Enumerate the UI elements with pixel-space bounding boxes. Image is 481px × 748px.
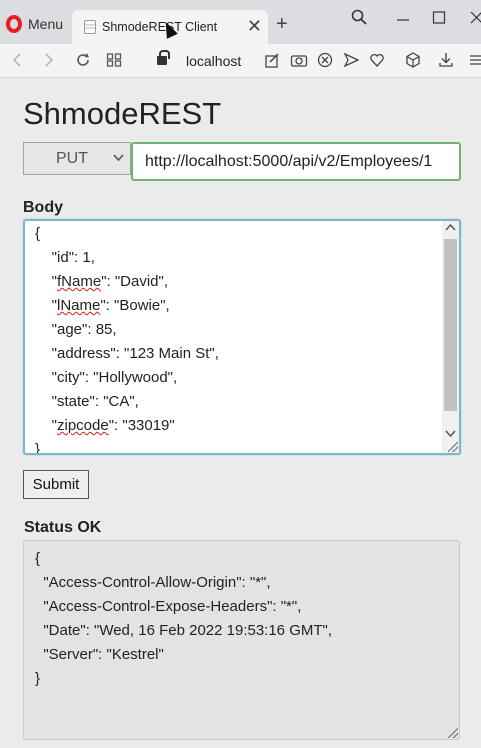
new-tab-button[interactable]: + [276, 13, 288, 36]
page-favicon-icon [84, 20, 96, 34]
tabs-grid-icon[interactable] [106, 50, 122, 75]
page-title: ShmodeREST [23, 96, 222, 131]
adblock-icon[interactable] [317, 50, 333, 75]
address-text[interactable]: localhost [186, 53, 241, 69]
lock-icon[interactable] [157, 50, 170, 65]
body-line: "zipcode": "33019" [35, 417, 175, 434]
camera-icon[interactable] [290, 50, 308, 75]
response-json-text: { "Access-Control-Allow-Origin": "*", "A… [24, 541, 442, 691]
body-line: "fName": "David", [35, 273, 169, 290]
response-line: "Server": "Kestrel" [35, 646, 164, 663]
http-method-select[interactable]: PUT [23, 142, 131, 175]
scrollbar-thumb[interactable] [444, 239, 457, 411]
send-icon[interactable] [343, 50, 360, 75]
menu-label: Menu [28, 16, 64, 32]
body-key: zipcode [57, 417, 109, 434]
body-label: Body [23, 199, 63, 216]
resize-grip-icon[interactable] [448, 442, 458, 452]
body-line: "age": 85, [35, 321, 117, 338]
body-key: id [57, 249, 69, 266]
page-content: ShmodeREST PUT http://localhost:5000/api… [0, 78, 481, 748]
back-icon[interactable] [10, 50, 24, 75]
url-input[interactable]: http://localhost:5000/api/v2/Employees/1 [131, 142, 461, 181]
body-key: fName [57, 273, 102, 290]
body-key: lName [57, 297, 101, 314]
body-line: } [35, 441, 41, 455]
body-json-text: { "id": 1, "fName": "David", "lName": "B… [25, 221, 443, 455]
body-line: "lName": "Bowie", [35, 297, 170, 314]
forward-icon[interactable] [42, 50, 56, 75]
heart-icon[interactable] [369, 50, 385, 75]
body-key: age [57, 321, 83, 338]
http-method-value: PUT [56, 149, 88, 167]
scroll-down-icon[interactable] [445, 430, 456, 441]
scroll-up-icon[interactable] [445, 223, 456, 234]
opera-menu-button[interactable]: Menu [6, 12, 63, 36]
response-line: { [35, 550, 41, 567]
share-icon[interactable] [264, 50, 280, 75]
minimize-icon[interactable] [396, 9, 410, 30]
response-line: "Access-Control-Allow-Origin": "*", [35, 574, 271, 591]
tab-title: ShmodeREST Client [102, 20, 218, 34]
search-icon[interactable] [351, 9, 367, 30]
download-icon[interactable] [438, 50, 454, 75]
opera-logo-icon [6, 15, 22, 33]
body-line: "id": 1, [35, 249, 95, 266]
chevron-down-icon [113, 151, 124, 168]
body-scrollbar[interactable] [442, 221, 459, 453]
body-textarea[interactable]: { "id": 1, "fName": "David", "lName": "B… [23, 219, 461, 455]
address-bar: localhost [0, 44, 481, 78]
response-line: } [35, 670, 41, 687]
cube-icon[interactable] [405, 50, 421, 75]
menu-lines-icon[interactable] [469, 50, 481, 75]
body-line: { [35, 225, 41, 242]
response-line: "Date": "Wed, 16 Feb 2022 19:53:16 GMT", [35, 622, 333, 639]
body-key: state [57, 393, 90, 410]
close-window-icon[interactable] [470, 9, 481, 30]
submit-button[interactable]: Submit [23, 470, 89, 499]
body-key: address [57, 345, 111, 362]
maximize-icon[interactable] [432, 9, 446, 30]
body-key: city [57, 369, 80, 386]
response-line: "Access-Control-Expose-Headers": "*", [35, 598, 302, 615]
body-line: "state": "CA", [35, 393, 139, 410]
body-line: "city": "Hollywood", [35, 369, 178, 386]
resize-grip-icon[interactable] [448, 728, 458, 738]
browser-tab-bar: Menu ShmodeREST Client ✕ + [0, 0, 481, 44]
status-label: Status OK [24, 519, 102, 536]
body-line: "address": "123 Main St", [35, 345, 219, 362]
close-tab-icon[interactable]: ✕ [247, 16, 262, 37]
reload-icon[interactable] [74, 50, 92, 75]
response-textarea[interactable]: { "Access-Control-Allow-Origin": "*", "A… [23, 540, 460, 740]
